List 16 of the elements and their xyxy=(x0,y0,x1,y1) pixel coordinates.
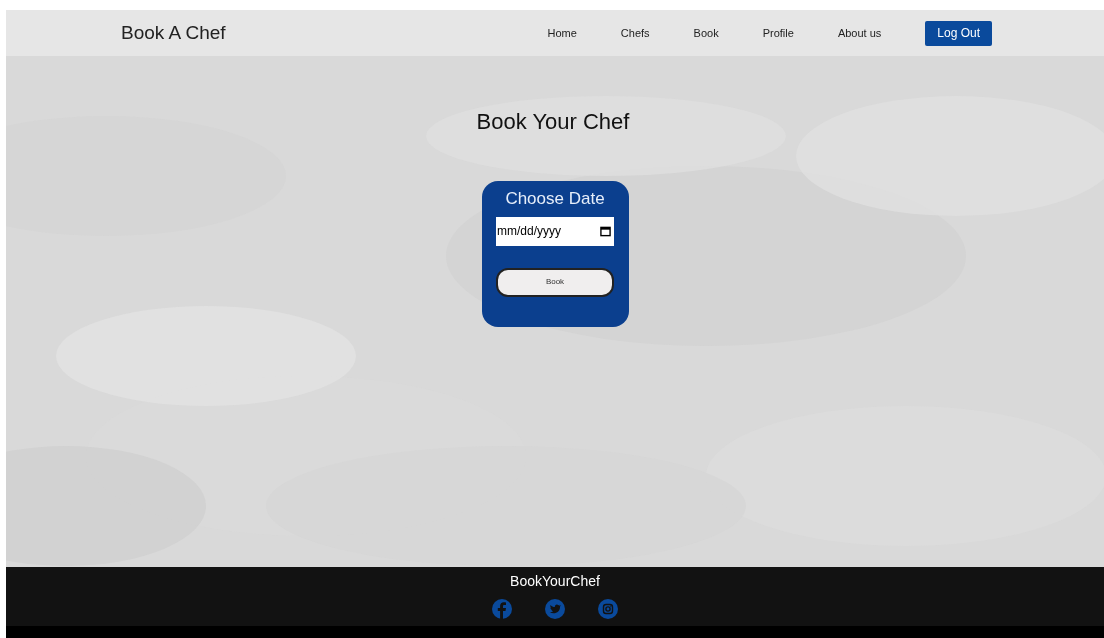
footer-title: BookYourChef xyxy=(510,572,600,591)
nav-link[interactable]: Home xyxy=(525,24,599,42)
page-heading: Book Your Chef xyxy=(476,108,630,136)
brand-title: Book A Chef xyxy=(121,20,226,45)
nav-link[interactable]: Chefs xyxy=(598,24,672,42)
logout-button[interactable]: Log Out xyxy=(925,20,992,46)
facebook-icon[interactable] xyxy=(492,599,512,619)
book-button[interactable]: Book xyxy=(496,267,614,297)
calendar-icon[interactable] xyxy=(600,225,611,237)
nav-link[interactable]: Book xyxy=(671,24,741,42)
nav-link[interactable]: Profile xyxy=(740,24,816,42)
instagram-icon[interactable] xyxy=(598,599,618,619)
card-title: Choose Date xyxy=(505,188,605,210)
twitter-icon[interactable] xyxy=(545,599,565,619)
nav-link[interactable]: About us xyxy=(815,24,904,42)
date-field[interactable]: mm/dd/yyyy xyxy=(496,216,614,246)
